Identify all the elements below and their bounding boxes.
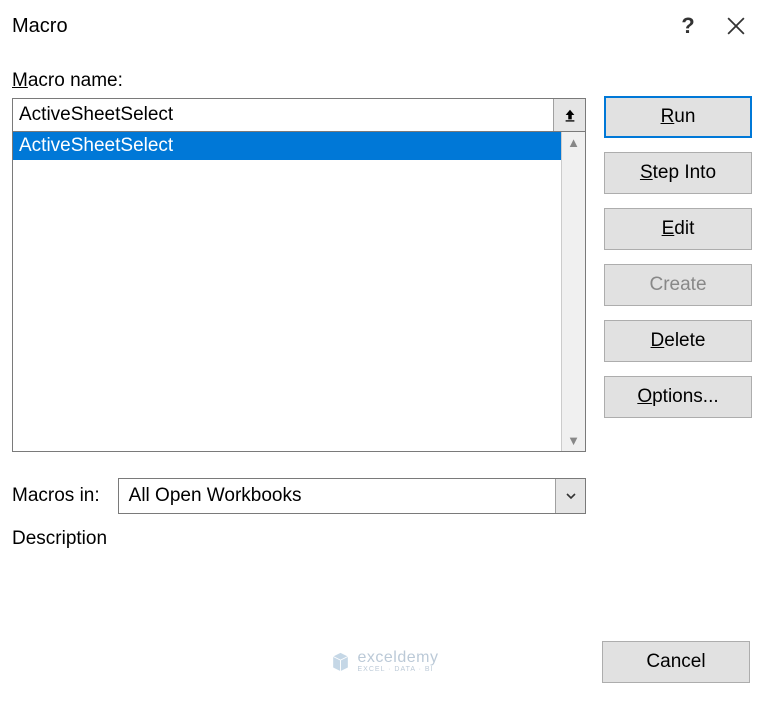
left-panel: Macro name: ActiveSheetSelect ▲ ▼ Macros…: [12, 64, 586, 550]
arrow-up-icon: [563, 108, 577, 122]
options-button[interactable]: Options...: [604, 376, 752, 418]
close-button[interactable]: [712, 6, 760, 46]
dropdown-button[interactable]: [555, 479, 585, 513]
macro-list-content: ActiveSheetSelect: [13, 132, 561, 451]
reference-button[interactable]: [553, 99, 585, 131]
description-label: Description: [12, 528, 586, 550]
scroll-down-icon[interactable]: ▼: [567, 434, 580, 447]
scrollbar[interactable]: ▲ ▼: [561, 132, 585, 451]
scroll-up-icon[interactable]: ▲: [567, 136, 580, 149]
list-item[interactable]: ActiveSheetSelect: [13, 132, 561, 160]
exceldemy-icon: [330, 651, 352, 673]
delete-button[interactable]: Delete: [604, 320, 752, 362]
macros-in-select[interactable]: All Open Workbooks: [118, 478, 586, 514]
macros-in-label: Macros in:: [12, 485, 100, 507]
close-icon: [727, 17, 745, 35]
macros-in-value: All Open Workbooks: [119, 479, 555, 513]
help-button[interactable]: ?: [664, 13, 712, 39]
macro-name-label: Macro name:: [12, 70, 586, 92]
footer: Cancel: [602, 641, 750, 683]
title-bar: Macro ?: [0, 0, 768, 52]
macro-name-row: [12, 98, 586, 132]
chevron-down-icon: [565, 490, 577, 502]
macro-name-input[interactable]: [13, 99, 553, 131]
macro-listbox[interactable]: ActiveSheetSelect ▲ ▼: [12, 132, 586, 452]
cancel-button[interactable]: Cancel: [602, 641, 750, 683]
watermark: exceldemy EXCEL · DATA · BI: [330, 650, 439, 673]
step-into-button[interactable]: Step Into: [604, 152, 752, 194]
dialog-title: Macro: [12, 15, 664, 38]
create-button: Create: [604, 264, 752, 306]
button-panel: Run Step Into Edit Create Delete Options…: [604, 64, 752, 550]
edit-button[interactable]: Edit: [604, 208, 752, 250]
watermark-subtext: EXCEL · DATA · BI: [358, 666, 439, 673]
watermark-text: exceldemy: [358, 650, 439, 666]
run-button[interactable]: Run: [604, 96, 752, 138]
macros-in-row: Macros in: All Open Workbooks: [12, 478, 586, 514]
